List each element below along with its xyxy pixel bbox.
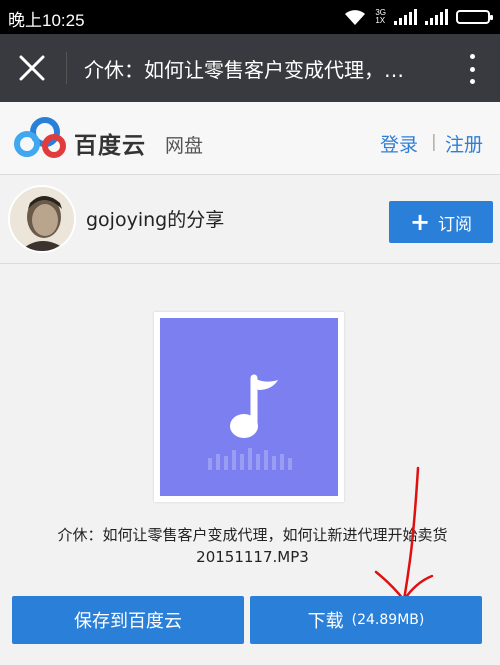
signal-icon	[394, 9, 417, 25]
download-button[interactable]: 下载 (24.89MB)	[250, 596, 482, 644]
title-bar: 介休：如何让零售客户变成代理，如何让新进代理开始卖货20151117.MP3	[0, 34, 500, 102]
signal-icon-secondary	[425, 9, 448, 25]
more-menu-icon[interactable]	[468, 54, 476, 84]
file-thumbnail	[160, 318, 338, 496]
title-divider	[66, 52, 67, 84]
network-type-label: 3G 1X	[375, 8, 386, 25]
close-icon[interactable]	[18, 54, 46, 82]
link-separator: |	[431, 132, 437, 152]
wifi-icon	[345, 10, 366, 25]
status-time: 晚上10:25	[8, 11, 85, 30]
status-bar: 晚上10:25 3G 1X	[0, 0, 500, 34]
file-name: 介休：如何让零售客户变成代理，如何让新进代理开始卖货20151117.MP3	[57, 526, 448, 566]
subscribe-label: 订阅	[438, 214, 473, 235]
download-label: 下载	[307, 611, 344, 632]
site-header: 百度云 网盘 登录 | 注册	[0, 102, 500, 175]
music-note-icon	[208, 374, 292, 470]
login-link[interactable]: 登录	[380, 130, 418, 157]
plus-icon: +	[409, 208, 431, 236]
register-link[interactable]: 注册	[445, 130, 483, 157]
page-title: 介休：如何让零售客户变成代理，如何让新进代理开始卖货20151117.MP3	[84, 58, 414, 82]
pan-label: 网盘	[165, 135, 204, 157]
subscribe-button[interactable]: + 订阅	[389, 201, 493, 243]
baidu-cloud-logo-icon[interactable]	[12, 114, 68, 160]
save-to-cloud-button[interactable]: 保存到百度云	[12, 596, 244, 644]
battery-icon	[456, 10, 493, 24]
share-title: gojoying的分享	[86, 209, 225, 231]
avatar-portrait-icon	[10, 187, 74, 251]
file-thumbnail-frame[interactable]	[154, 312, 344, 502]
avatar[interactable]	[10, 187, 74, 251]
download-size: (24.89MB)	[351, 612, 425, 628]
status-icons: 3G 1X	[343, 7, 493, 27]
logo-text: 百度云	[74, 133, 146, 159]
share-owner-row: gojoying的分享 + 订阅	[0, 175, 500, 264]
save-label: 保存到百度云	[74, 611, 182, 632]
